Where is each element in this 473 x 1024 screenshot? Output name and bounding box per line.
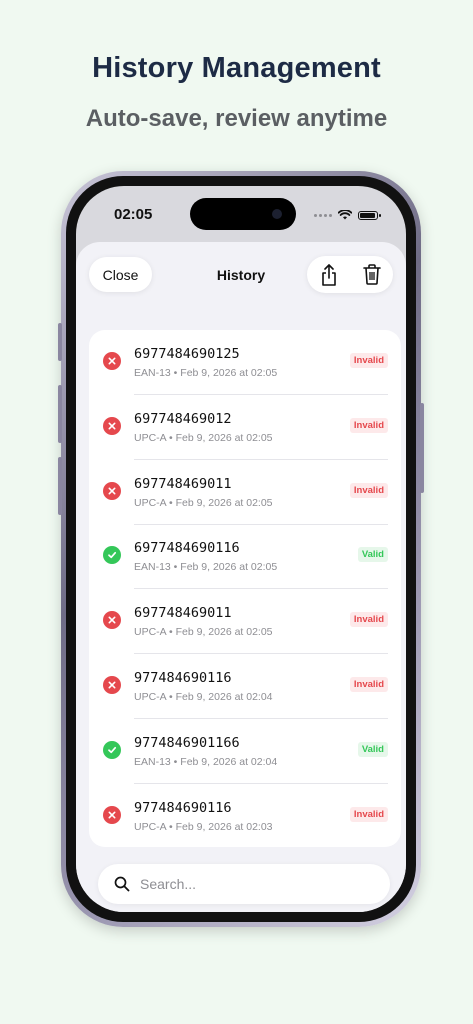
phone-frame: 02:05 Close History 6977484690125 EAN-13… bbox=[58, 171, 424, 927]
x-circle-icon bbox=[103, 352, 121, 370]
meta-separator: • bbox=[170, 755, 181, 768]
check-circle-icon bbox=[103, 740, 121, 759]
status-badge: Invalid bbox=[349, 353, 388, 368]
status-badge: Invalid bbox=[349, 612, 388, 628]
volume-up-button bbox=[58, 385, 62, 443]
scan-timestamp: Feb 9, 2026 at 02:04 bbox=[175, 691, 273, 703]
status-badge: Invalid bbox=[349, 806, 388, 822]
barcode-value: 6977484690116 bbox=[134, 540, 240, 557]
row-meta: EAN-13 • Feb 9, 2026 at 02:04 bbox=[134, 756, 277, 768]
history-row[interactable]: 697748469012 UPC-A • Feb 9, 2026 at 02:05… bbox=[89, 395, 401, 460]
row-meta: EAN-13 • Feb 9, 2026 at 02:05 bbox=[134, 367, 277, 379]
barcode-value: 697748469011 bbox=[134, 475, 232, 492]
meta-separator: • bbox=[166, 431, 176, 444]
history-row[interactable]: 6977484690125 EAN-13 • Feb 9, 2026 at 02:… bbox=[89, 330, 401, 395]
x-circle-icon bbox=[103, 416, 121, 435]
x-circle-icon bbox=[103, 481, 121, 500]
barcode-type: EAN-13 bbox=[134, 561, 171, 574]
history-list: 6977484690125 EAN-13 • Feb 9, 2026 at 02:… bbox=[89, 330, 401, 847]
history-sheet: Close History 6977484690125 EAN-13 • Feb… bbox=[76, 242, 406, 912]
meta-separator: • bbox=[166, 496, 176, 509]
action-button bbox=[58, 323, 62, 361]
scan-timestamp: Feb 9, 2026 at 02:05 bbox=[175, 431, 273, 444]
meta-separator: • bbox=[166, 626, 176, 639]
scan-timestamp: Feb 9, 2026 at 02:05 bbox=[175, 626, 273, 639]
share-button[interactable] bbox=[307, 256, 350, 293]
meta-separator: • bbox=[170, 367, 181, 379]
barcode-type: UPC-A bbox=[134, 691, 167, 703]
dynamic-island bbox=[190, 198, 296, 230]
subheadline: Auto-save, review anytime bbox=[85, 105, 388, 132]
row-meta: UPC-A • Feb 9, 2026 at 02:05 bbox=[134, 626, 273, 638]
barcode-type: UPC-A bbox=[134, 626, 167, 639]
barcode-type: UPC-A bbox=[134, 431, 167, 444]
barcode-value: 6977484690125 bbox=[134, 346, 240, 362]
wifi-icon bbox=[338, 210, 352, 220]
row-meta: UPC-A • Feb 9, 2026 at 02:03 bbox=[134, 821, 273, 833]
signal-dots-icon bbox=[314, 213, 332, 217]
status-indicators bbox=[314, 210, 381, 220]
history-row[interactable]: 9774846901166 EAN-13 • Feb 9, 2026 at 02:… bbox=[89, 719, 401, 784]
scan-timestamp: Feb 9, 2026 at 02:05 bbox=[180, 367, 278, 379]
row-meta: EAN-13 • Feb 9, 2026 at 02:05 bbox=[134, 561, 277, 573]
barcode-type: EAN-13 bbox=[134, 755, 171, 768]
scan-timestamp: Feb 9, 2026 at 02:05 bbox=[180, 561, 278, 574]
scan-timestamp: Feb 9, 2026 at 02:04 bbox=[180, 755, 278, 768]
search-icon bbox=[114, 876, 130, 892]
volume-down-button bbox=[58, 457, 62, 515]
row-meta: UPC-A • Feb 9, 2026 at 02:05 bbox=[134, 432, 273, 444]
barcode-value: 977484690116 bbox=[134, 799, 232, 816]
barcode-type: EAN-13 bbox=[134, 367, 171, 379]
meta-separator: • bbox=[166, 691, 176, 703]
history-row[interactable]: 977484690116 UPC-A • Feb 9, 2026 at 02:03… bbox=[89, 784, 401, 847]
action-group bbox=[307, 256, 393, 293]
barcode-value: 697748469011 bbox=[134, 605, 232, 622]
headline: History Management bbox=[92, 52, 381, 84]
delete-all-button[interactable] bbox=[350, 256, 393, 293]
history-row[interactable]: 697748469011 UPC-A • Feb 9, 2026 at 02:05… bbox=[89, 460, 401, 525]
barcode-type: UPC-A bbox=[134, 496, 167, 509]
status-badge: Invalid bbox=[349, 482, 388, 498]
meta-separator: • bbox=[166, 820, 176, 833]
status-badge: Valid bbox=[357, 741, 388, 757]
scan-timestamp: Feb 9, 2026 at 02:05 bbox=[175, 496, 273, 509]
barcode-type: UPC-A bbox=[134, 820, 167, 833]
status-badge: Valid bbox=[357, 547, 388, 563]
status-badge: Invalid bbox=[349, 677, 388, 692]
status-badge: Invalid bbox=[349, 417, 388, 433]
status-time: 02:05 bbox=[114, 206, 153, 223]
barcode-value: 9774846901166 bbox=[134, 734, 240, 751]
row-meta: UPC-A • Feb 9, 2026 at 02:04 bbox=[134, 691, 273, 703]
phone-screen: 02:05 Close History 6977484690125 EAN-13… bbox=[76, 186, 406, 912]
history-row[interactable]: 977484690116 UPC-A • Feb 9, 2026 at 02:04… bbox=[89, 654, 401, 719]
x-circle-icon bbox=[103, 676, 121, 694]
search-input[interactable] bbox=[138, 875, 372, 893]
search-bar[interactable] bbox=[98, 864, 390, 904]
scan-timestamp: Feb 9, 2026 at 02:03 bbox=[175, 820, 273, 833]
check-circle-icon bbox=[103, 546, 121, 565]
history-row[interactable]: 6977484690116 EAN-13 • Feb 9, 2026 at 02:… bbox=[89, 524, 401, 590]
battery-icon bbox=[358, 210, 381, 220]
barcode-value: 977484690116 bbox=[134, 670, 232, 686]
share-icon bbox=[321, 263, 336, 286]
meta-separator: • bbox=[170, 561, 181, 574]
x-circle-icon bbox=[103, 805, 121, 824]
history-row[interactable]: 697748469011 UPC-A • Feb 9, 2026 at 02:05… bbox=[89, 589, 401, 655]
trash-icon bbox=[362, 264, 381, 285]
row-meta: UPC-A • Feb 9, 2026 at 02:05 bbox=[134, 497, 273, 509]
x-circle-icon bbox=[103, 611, 121, 630]
barcode-value: 697748469012 bbox=[134, 410, 232, 427]
power-button bbox=[420, 403, 424, 493]
